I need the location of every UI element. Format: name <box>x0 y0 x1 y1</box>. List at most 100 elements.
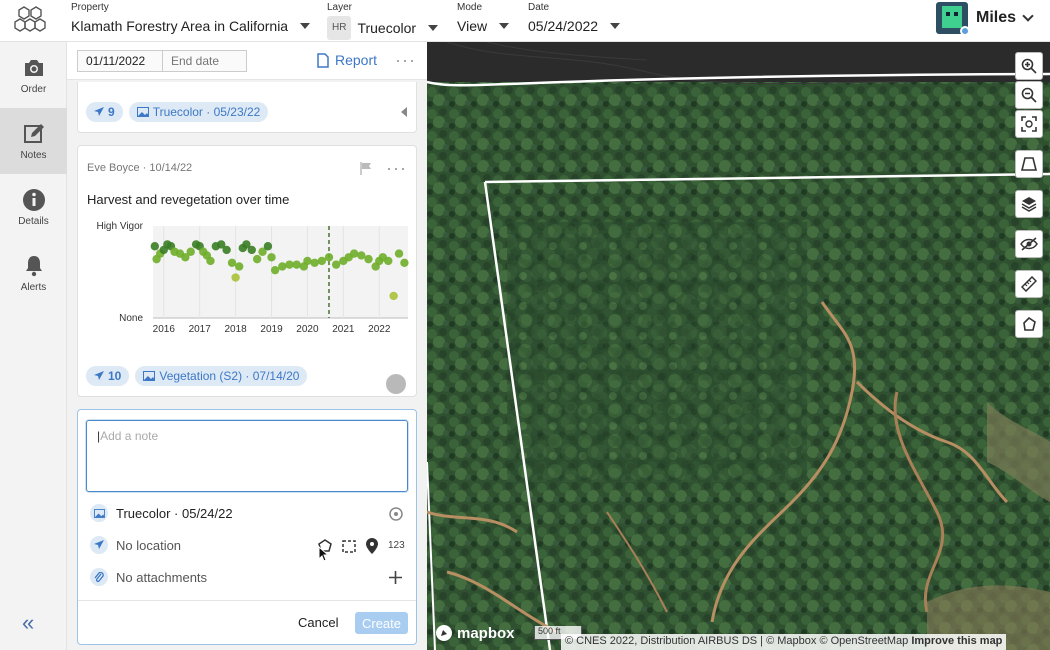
nav-item-order[interactable]: Order <box>0 42 67 108</box>
nav-label-order: Order <box>20 83 47 95</box>
mode-value: View <box>457 18 488 34</box>
date-selector[interactable]: Date 05/24/2022 <box>528 2 621 36</box>
property-value: Klamath Forestry Area in California <box>71 18 289 34</box>
polygon-icon <box>1023 316 1036 331</box>
image-icon <box>90 504 108 522</box>
mapbox-logo-text: mapbox <box>457 624 515 642</box>
nav-item-details[interactable]: Details <box>0 174 67 240</box>
fit-bounds-icon <box>1021 116 1037 132</box>
image-pill[interactable]: Vegetation (S2) · 07/14/20 <box>135 366 308 386</box>
map-attribution: © CNES 2022, Distribution AIRBUS DS | © … <box>561 634 1007 650</box>
chart-data-point <box>267 253 276 262</box>
perspective-icon <box>1021 157 1037 171</box>
report-button[interactable]: Report <box>317 52 377 68</box>
target-icon[interactable] <box>388 506 404 522</box>
chart-data-point <box>252 254 262 264</box>
location-arrow-icon <box>94 371 104 380</box>
note-author: Eve Boyce · 10/14/22 <box>87 162 193 174</box>
end-date-input[interactable] <box>163 49 247 72</box>
draw-polygon-button[interactable] <box>1015 310 1043 338</box>
satellite-map[interactable]: mapbox 500 ft © CNES 2022, Distribution … <box>427 42 1050 650</box>
fit-bounds-button[interactable] <box>1015 110 1043 138</box>
chart-data-point <box>285 260 294 269</box>
coordinates-button[interactable]: 123 <box>388 540 405 551</box>
more-options-button[interactable]: ··· <box>395 50 416 71</box>
attachments-label: No attachments <box>116 569 208 585</box>
chart-data-point <box>303 256 312 266</box>
property-selector[interactable]: Property Klamath Forestry Area in Califo… <box>71 2 311 36</box>
nav-item-notes[interactable]: Notes <box>0 108 67 174</box>
chart-x-tick-label: 2019 <box>260 324 283 335</box>
nav-item-alerts[interactable]: Alerts <box>0 240 67 306</box>
image-icon <box>136 107 149 117</box>
zoom-out-button[interactable] <box>1015 81 1043 109</box>
chart-data-point <box>227 258 237 267</box>
notes-panel: Report ··· 9 Truecolor · 05/23/22 Eve Bo… <box>67 42 427 650</box>
caret-down-icon <box>300 23 311 29</box>
location-count-pill[interactable]: 10 <box>86 366 130 386</box>
collapse-arrow-icon[interactable] <box>401 107 407 117</box>
nav-label-details: Details <box>18 215 49 227</box>
property-label: Property <box>71 2 109 13</box>
caret-down-icon <box>499 23 510 29</box>
avatar <box>935 2 968 34</box>
cancel-button[interactable]: Cancel <box>298 615 338 630</box>
chart-x-tick-label: 2020 <box>296 324 319 335</box>
app-logo-icon[interactable] <box>14 5 48 33</box>
location-count-pill[interactable]: 9 <box>86 102 123 122</box>
map-pin-icon[interactable] <box>366 538 378 554</box>
user-name: Miles <box>975 9 1016 26</box>
editor-footer: Cancel Create <box>78 600 416 646</box>
chart-data-point <box>400 258 409 267</box>
image-label: Truecolor · 05/23/22 <box>152 105 261 119</box>
layer-value: Truecolor <box>357 20 417 36</box>
bell-icon <box>25 255 42 276</box>
paperclip-icon <box>90 568 108 586</box>
chart-x-tick-label: 2016 <box>153 324 176 335</box>
flag-icon[interactable] <box>360 162 372 175</box>
image-pill[interactable]: Truecolor · 05/23/22 <box>128 102 269 122</box>
chart-data-point <box>292 260 301 269</box>
chart-data-point <box>270 265 280 275</box>
create-button[interactable]: Create <box>355 612 408 634</box>
date-value: 05/24/2022 <box>528 18 599 34</box>
improve-map-link[interactable]: Improve this map <box>911 635 1002 647</box>
layers-button[interactable] <box>1015 190 1043 218</box>
vegetation-vigor-chart: 2016 2017 2018 2019 2020 2021 2022 High Vigor No… <box>96 221 409 335</box>
document-icon <box>317 52 329 68</box>
mouse-cursor-icon <box>318 546 330 562</box>
layer-selector[interactable]: Layer HR Truecolor <box>327 2 439 40</box>
satellite-imagery <box>427 42 1050 650</box>
chart-data-point <box>247 245 256 255</box>
chart-data-point <box>384 256 393 266</box>
chart-data-point <box>231 273 240 282</box>
location-row: No location <box>90 536 181 554</box>
start-date-input[interactable] <box>77 49 163 72</box>
draw-rectangle-icon[interactable] <box>341 539 357 554</box>
note-more-button[interactable]: ··· <box>386 158 407 179</box>
chart-data-point <box>357 251 366 260</box>
info-icon <box>22 188 45 211</box>
chart-data-point <box>150 242 159 251</box>
note-title: Harvest and revegetation over time <box>87 192 290 207</box>
mode-selector[interactable]: Mode View <box>457 2 510 36</box>
collapse-sidebar-button[interactable]: « <box>22 610 34 636</box>
user-menu[interactable]: Miles <box>935 2 1034 34</box>
location-count: 9 <box>108 105 115 119</box>
hide-overlay-button[interactable] <box>1015 230 1043 258</box>
image-row[interactable]: Truecolor · 05/24/22 <box>90 504 233 522</box>
add-attachment-icon[interactable] <box>389 571 402 584</box>
note-card-previous[interactable]: 9 Truecolor · 05/23/22 <box>77 82 417 133</box>
chart-plot-area <box>153 226 408 318</box>
layers-icon <box>1021 197 1037 212</box>
note-textarea[interactable]: |Add a note <box>86 420 408 492</box>
note-card[interactable]: Eve Boyce · 10/14/22 ··· Harvest and rev… <box>77 145 417 397</box>
perspective-button[interactable] <box>1015 150 1043 178</box>
attachments-row: No attachments <box>90 568 207 586</box>
chart-data-point <box>389 291 398 301</box>
mapbox-logo-icon <box>436 625 452 641</box>
measure-button[interactable] <box>1015 270 1043 298</box>
top-bar: Property Klamath Forestry Area in Califo… <box>0 0 1050 42</box>
zoom-in-button[interactable] <box>1015 52 1043 80</box>
hide-icon <box>1020 237 1038 251</box>
